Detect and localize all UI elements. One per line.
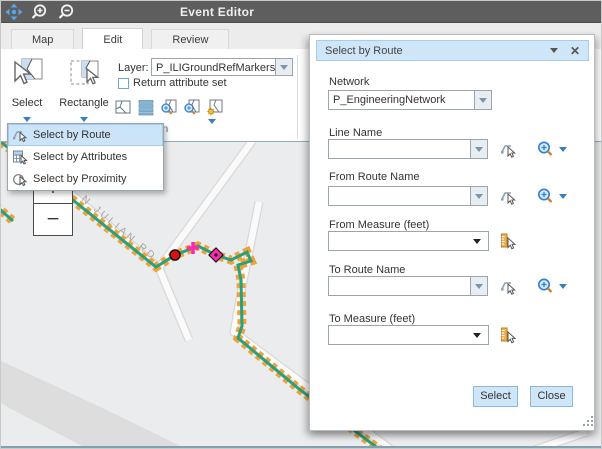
- menu-item-label: Select by Attributes: [33, 151, 127, 163]
- layer-select[interactable]: P_ILIGroundRefMarkers: [151, 58, 293, 76]
- selection-options-caret-icon[interactable]: [208, 119, 216, 124]
- rectangle-tool-label: Rectangle: [57, 97, 111, 109]
- to-route-value: [329, 277, 470, 295]
- return-attribute-row: Return attribute set: [118, 77, 227, 89]
- zoom-out-icon[interactable]: [57, 3, 75, 21]
- pan-icon[interactable]: [5, 3, 23, 21]
- to-measure-pick-icon[interactable]: [499, 326, 518, 345]
- select-dropdown-menu: Select by Route Select by Attributes Sel…: [7, 123, 164, 191]
- from-measure-select[interactable]: [328, 231, 489, 251]
- event-editor-window: N JULIAN RD + −: [0, 0, 602, 449]
- tab-map[interactable]: Map: [11, 29, 74, 49]
- to-route-label: To Route Name: [329, 264, 405, 276]
- line-name-value: [329, 140, 470, 158]
- zoom-to-selection-icon[interactable]: [160, 98, 178, 116]
- select-tool-caret-icon[interactable]: [23, 117, 31, 122]
- tab-edit[interactable]: Edit: [82, 28, 143, 50]
- network-select[interactable]: P_EngineeringNetwork: [328, 90, 492, 110]
- select-by-attributes-icon: [12, 149, 28, 165]
- line-name-select[interactable]: [328, 139, 488, 159]
- to-measure-select[interactable]: [328, 325, 489, 345]
- menu-item-select-by-attributes[interactable]: Select by Attributes: [8, 146, 163, 168]
- layer-value: P_ILIGroundRefMarkers: [152, 59, 275, 75]
- from-route-select-on-map-icon[interactable]: [499, 187, 518, 206]
- panel-header[interactable]: Select by Route ✕: [316, 40, 589, 61]
- attribute-list-icon[interactable]: [137, 98, 155, 116]
- line-select-on-map-icon[interactable]: [499, 140, 518, 159]
- from-route-zoom-caret-icon[interactable]: [559, 194, 567, 199]
- select-tool-button[interactable]: Select: [7, 57, 47, 127]
- layer-label: Layer:: [118, 62, 149, 74]
- rectangle-tool-button[interactable]: Rectangle: [57, 57, 111, 127]
- selection-options-icon[interactable]: [206, 98, 224, 116]
- from-route-dropdown-button[interactable]: [470, 187, 487, 205]
- network-value: P_EngineeringNetwork: [329, 91, 474, 109]
- from-measure-caret-icon: [473, 239, 481, 244]
- select-by-route-icon: [12, 127, 28, 143]
- app-title: Event Editor: [180, 5, 254, 19]
- from-route-zoom-icon[interactable]: [536, 187, 555, 206]
- line-zoom-caret-icon[interactable]: [559, 147, 567, 152]
- layer-dropdown-button[interactable]: [275, 59, 292, 75]
- from-route-select[interactable]: [328, 186, 488, 206]
- map-bottom-border: [1, 446, 602, 448]
- menu-item-select-by-proximity[interactable]: Select by Proximity: [8, 168, 163, 190]
- line-zoom-icon[interactable]: [536, 140, 555, 159]
- to-route-zoom-caret-icon[interactable]: [559, 284, 567, 289]
- from-measure-pick-icon[interactable]: [499, 232, 518, 251]
- pan-to-selection-icon[interactable]: [183, 98, 201, 116]
- select-tool-label: Select: [7, 97, 47, 109]
- red-point-marker[interactable]: [170, 250, 180, 260]
- select-tool-icon: [11, 57, 44, 90]
- panel-resize-grip[interactable]: [582, 415, 594, 427]
- from-route-value: [329, 187, 470, 205]
- line-name-dropdown-button[interactable]: [470, 140, 487, 158]
- rectangle-tool-caret-icon[interactable]: [80, 117, 88, 122]
- select-button[interactable]: Select: [473, 386, 518, 407]
- selection-tools-row: [114, 98, 224, 116]
- select-polygon-icon[interactable]: [114, 98, 132, 116]
- to-measure-label: To Measure (feet): [329, 313, 415, 325]
- titlebar: Event Editor: [1, 1, 602, 23]
- network-dropdown-button[interactable]: [474, 91, 491, 109]
- to-measure-caret-icon: [473, 333, 481, 338]
- network-label: Network: [329, 76, 369, 88]
- to-route-dropdown-button[interactable]: [470, 277, 487, 295]
- menu-item-label: Select by Route: [33, 129, 111, 141]
- menu-item-select-by-route[interactable]: Select by Route: [8, 124, 163, 146]
- tab-review[interactable]: Review: [151, 29, 229, 49]
- ribbon-divider: [297, 55, 298, 139]
- map-zoom-out-button[interactable]: −: [34, 204, 72, 235]
- panel-close-icon[interactable]: ✕: [570, 44, 580, 58]
- from-route-label: From Route Name: [329, 171, 419, 183]
- to-route-select[interactable]: [328, 276, 488, 296]
- to-route-select-on-map-icon[interactable]: [499, 277, 518, 296]
- line-name-label: Line Name: [329, 127, 382, 139]
- menu-item-label: Select by Proximity: [33, 173, 127, 185]
- to-route-zoom-icon[interactable]: [536, 277, 555, 296]
- panel-collapse-caret-icon[interactable]: [550, 48, 558, 53]
- return-attribute-label: Return attribute set: [133, 77, 227, 89]
- from-measure-label: From Measure (feet): [329, 219, 429, 231]
- return-attribute-checkbox[interactable]: [118, 78, 129, 89]
- select-by-proximity-icon: [12, 171, 28, 187]
- panel-title: Select by Route: [317, 45, 550, 57]
- close-button[interactable]: Close: [530, 386, 573, 407]
- select-by-route-panel: Select by Route ✕ Network P_EngineeringN…: [309, 34, 595, 431]
- rectangle-tool-icon: [68, 57, 101, 90]
- zoom-in-icon[interactable]: [30, 3, 48, 21]
